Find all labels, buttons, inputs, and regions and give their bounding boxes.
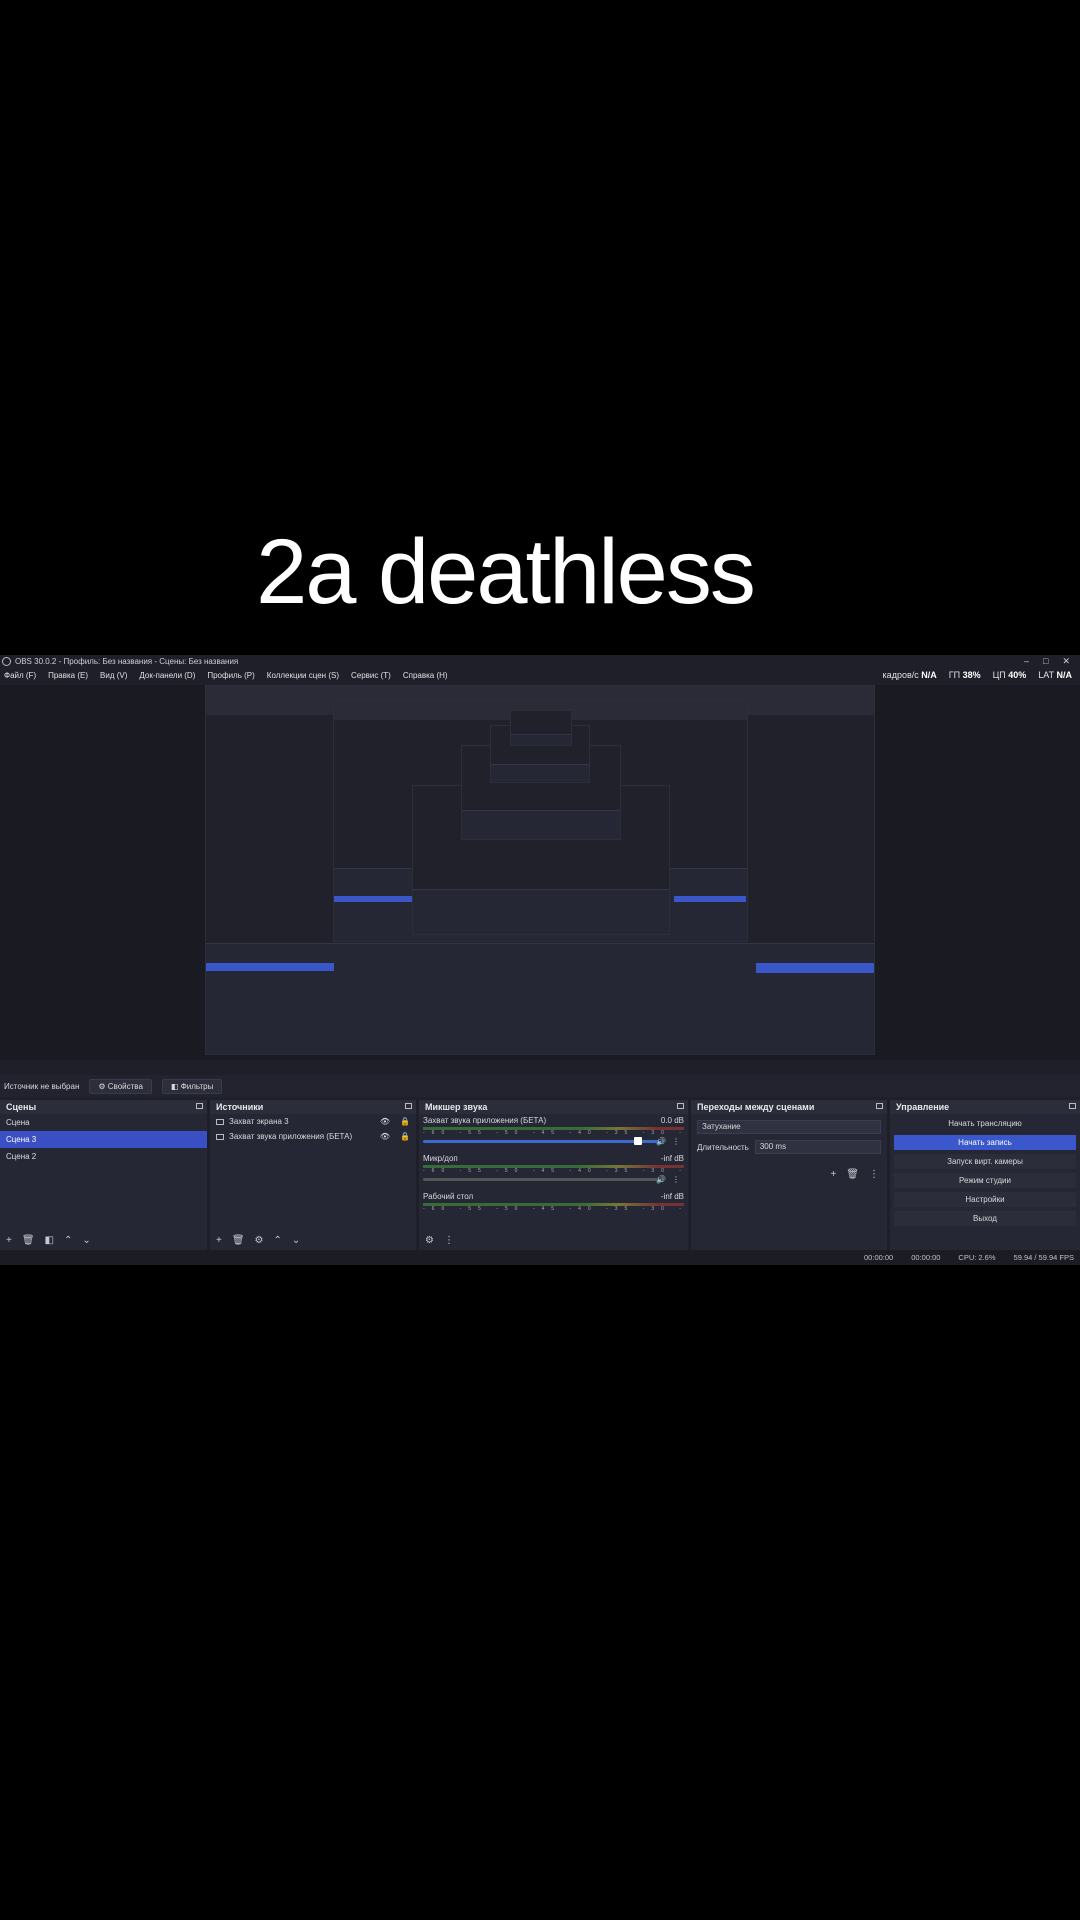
transition-select[interactable]: Затухание: [697, 1120, 881, 1134]
sources-dock: Источники Захват экрана 3 👁 🔒 Захват звук…: [210, 1100, 416, 1250]
studio-mode-button[interactable]: Режим студии: [894, 1173, 1076, 1188]
minimize-icon[interactable]: –: [1024, 656, 1029, 667]
title-bar: OBS 30.0.2 - Профиль: Без названия - Сце…: [0, 655, 1080, 668]
more-icon[interactable]: ⋮: [672, 1175, 680, 1184]
obs-window: OBS 30.0.2 - Профиль: Без названия - Сце…: [0, 655, 1080, 1265]
mixer-channel: Рабочий стол -inf dB -60 -55 -50 -45 -40 …: [423, 1192, 684, 1212]
controls-title: Управление: [896, 1102, 950, 1112]
level-meter: [423, 1165, 684, 1168]
preview-mirror-6: [510, 710, 572, 746]
level-meter: [423, 1127, 684, 1130]
plus-icon[interactable]: +: [216, 1235, 222, 1246]
perf-stats: кадров/с N/A ГП 38% ЦП 40% LAT N/A: [882, 670, 1072, 680]
menu-docks[interactable]: Док-панели (D): [139, 671, 195, 680]
trash-icon[interactable]: 🗑: [232, 1235, 245, 1246]
duration-input[interactable]: 300 ms: [754, 1140, 881, 1154]
close-icon[interactable]: ✕: [1062, 656, 1070, 667]
start-virtual-camera-button[interactable]: Запуск вирт. камеры: [894, 1154, 1076, 1169]
more-icon[interactable]: ⋮: [672, 1137, 680, 1146]
trash-icon[interactable]: 🗑: [22, 1235, 35, 1246]
scenes-title: Сцены: [6, 1102, 37, 1112]
eye-icon[interactable]: 👁: [380, 1117, 390, 1126]
gear-icon[interactable]: ⚙: [425, 1235, 434, 1246]
speaker-icon[interactable]: 🔊: [656, 1137, 666, 1146]
dock-area: Сцены Сцена Сцена 3 Сцена 2 + 🗑 ◧ ⌃ ⌄ Ис…: [0, 1100, 1080, 1250]
app-audio-icon: [216, 1133, 224, 1140]
level-meter: [423, 1203, 684, 1206]
source-toolbar: Источник не выбран ⚙ Свойства ◧ Фильтры: [0, 1075, 1080, 1097]
properties-button[interactable]: ⚙ Свойства: [89, 1078, 152, 1094]
stream-time: 00:00:00: [864, 1253, 894, 1262]
more-icon[interactable]: ⋮: [869, 1169, 879, 1180]
mixer-dock: Микшер звука Захват звука приложения (БЕ…: [419, 1100, 688, 1250]
undock-icon[interactable]: [677, 1103, 684, 1109]
scenes-dock: Сцены Сцена Сцена 3 Сцена 2 + 🗑 ◧ ⌃ ⌄: [0, 1100, 207, 1250]
undock-icon[interactable]: [405, 1103, 412, 1109]
scene-item[interactable]: Сцена 2: [0, 1148, 207, 1165]
eye-icon[interactable]: 👁: [380, 1132, 390, 1141]
transition-duration: Длительность 300 ms: [697, 1140, 881, 1154]
mixer-title: Микшер звука: [425, 1102, 488, 1112]
record-time: 00:00:00: [911, 1253, 941, 1262]
mixer-channel: Микр/доп -inf dB -60 -55 -50 -45 -40 -35 …: [423, 1154, 684, 1184]
menu-view[interactable]: Вид (V): [100, 671, 127, 680]
start-stream-button[interactable]: Начать трансляцию: [894, 1116, 1076, 1131]
monitor-icon: [216, 1118, 224, 1125]
menu-file[interactable]: Файл (F): [4, 671, 36, 680]
maximize-icon[interactable]: □: [1043, 656, 1048, 667]
no-source-label: Источник не выбран: [4, 1081, 80, 1091]
chevron-down-icon[interactable]: ⌄: [82, 1235, 90, 1246]
chevron-down-icon[interactable]: ⌄: [292, 1235, 300, 1246]
cpu-usage: CPU: 2.6%: [958, 1253, 996, 1262]
menu-scene-collections[interactable]: Коллекции сцен (S): [267, 671, 339, 680]
source-item[interactable]: Захват экрана 3 👁 🔒: [210, 1114, 416, 1129]
window-title: OBS 30.0.2 - Профиль: Без названия - Сце…: [15, 657, 239, 666]
controls-dock: Управление Начать трансляцию Начать запи…: [890, 1100, 1080, 1250]
exit-button[interactable]: Выход: [894, 1211, 1076, 1226]
filters-button[interactable]: ◧ Фильтры: [161, 1078, 223, 1094]
settings-button[interactable]: Настройки: [894, 1192, 1076, 1207]
undock-icon[interactable]: [1069, 1103, 1076, 1109]
menu-tools[interactable]: Сервис (T): [351, 671, 391, 680]
fps-readout: 59.94 / 59.94 FPS: [1013, 1253, 1074, 1262]
obs-logo-icon: [2, 657, 11, 666]
gear-icon[interactable]: ⚙: [255, 1235, 264, 1246]
undock-icon[interactable]: [196, 1103, 203, 1109]
status-bar: 00:00:00 00:00:00 CPU: 2.6% 59.94 / 59.9…: [0, 1250, 1080, 1265]
lock-icon[interactable]: 🔒: [400, 1132, 410, 1141]
transitions-dock: Переходы между сценами Затухание Длитель…: [691, 1100, 887, 1250]
menu-edit[interactable]: Правка (E): [48, 671, 88, 680]
filter-icon[interactable]: ◧: [45, 1235, 54, 1246]
chevron-up-icon[interactable]: ⌃: [64, 1235, 72, 1246]
volume-slider[interactable]: 🔊 ⋮: [423, 1137, 684, 1146]
start-recording-button[interactable]: Начать запись: [894, 1135, 1076, 1150]
volume-slider[interactable]: 🔊 ⋮: [423, 1175, 684, 1184]
menu-help[interactable]: Справка (H): [403, 671, 448, 680]
video-caption: 2a deathless: [256, 521, 756, 623]
undock-icon[interactable]: [876, 1103, 883, 1109]
transitions-title: Переходы между сценами: [697, 1102, 815, 1112]
source-item[interactable]: Захват звука приложения (БЕТА) 👁 🔒: [210, 1129, 416, 1144]
speaker-icon[interactable]: 🔊: [656, 1175, 666, 1184]
preview-canvas[interactable]: [0, 685, 1080, 1060]
lock-icon[interactable]: 🔒: [400, 1117, 410, 1126]
chevron-up-icon[interactable]: ⌃: [274, 1235, 282, 1246]
plus-icon[interactable]: +: [6, 1235, 12, 1246]
mixer-channel: Захват звука приложения (БЕТА) 0.0 dB -60…: [423, 1116, 684, 1146]
menu-bar: Файл (F) Правка (E) Вид (V) Док-панели (…: [0, 668, 1080, 682]
scene-item[interactable]: Сцена 3: [0, 1131, 207, 1148]
trash-icon[interactable]: 🗑: [846, 1169, 859, 1180]
menu-profile[interactable]: Профиль (P): [207, 671, 254, 680]
plus-icon[interactable]: +: [830, 1169, 836, 1180]
more-icon[interactable]: ⋮: [444, 1235, 454, 1246]
scene-item[interactable]: Сцена: [0, 1114, 207, 1131]
sources-title: Источники: [216, 1102, 264, 1112]
